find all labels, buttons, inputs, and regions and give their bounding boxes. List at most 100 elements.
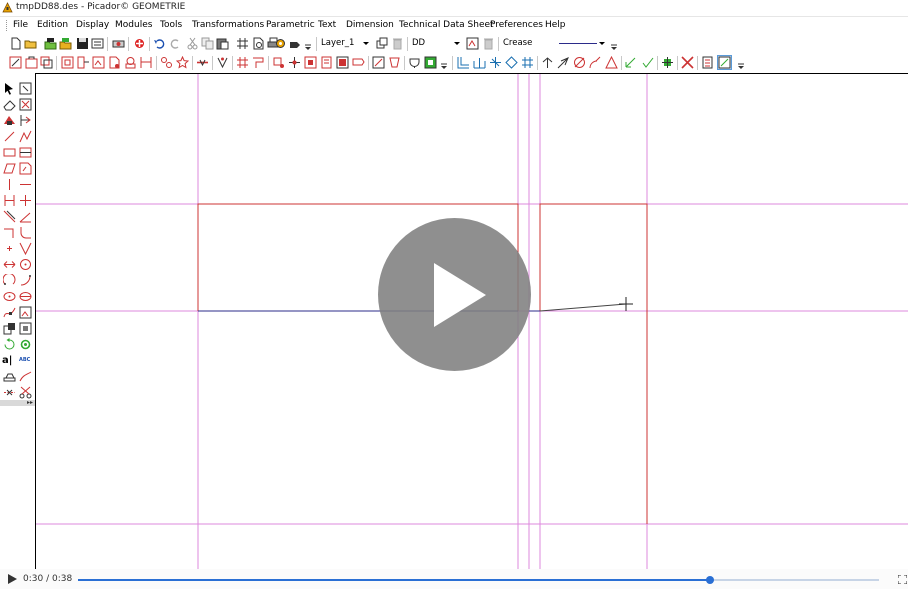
toolbar-overflow-icon[interactable]: [610, 39, 618, 51]
text-style-icon[interactable]: ABC: [19, 356, 32, 369]
spline-icon[interactable]: [3, 306, 16, 319]
tool-icon-8[interactable]: [124, 56, 137, 69]
menu-edition[interactable]: Edition: [37, 20, 68, 30]
tool-icon-39[interactable]: [681, 56, 694, 69]
tool-icon-25[interactable]: [424, 56, 437, 69]
tool-icon-21[interactable]: [352, 56, 365, 69]
car-tool-icon[interactable]: [3, 370, 16, 383]
tool-icon-40[interactable]: [701, 56, 714, 69]
ellipse-icon[interactable]: [3, 290, 16, 303]
tool-icon-24[interactable]: [408, 56, 421, 69]
seek-thumb[interactable]: [706, 576, 715, 584]
tool-icon-18[interactable]: [304, 56, 317, 69]
redo-icon[interactable]: [169, 37, 182, 50]
ellipse-axis-icon[interactable]: [19, 290, 32, 303]
line-type-select[interactable]: Crease: [501, 37, 607, 50]
tool-icon-12[interactable]: [196, 56, 209, 69]
tool-icon-32[interactable]: [557, 56, 570, 69]
play-overlay-button[interactable]: [378, 218, 531, 371]
tool-icon-3[interactable]: [40, 56, 53, 69]
palette-expander[interactable]: ▸▸: [0, 399, 35, 406]
print-settings-icon[interactable]: [112, 37, 125, 50]
tool-icon-27[interactable]: [473, 56, 486, 69]
tool-icon-11[interactable]: [176, 56, 189, 69]
tool-icon-4[interactable]: [61, 56, 74, 69]
dashed-line-icon[interactable]: [3, 386, 16, 399]
play-button[interactable]: [8, 574, 17, 584]
open-recent-icon[interactable]: [44, 37, 57, 50]
gear-icon[interactable]: [19, 338, 32, 351]
menu-technical-data-sheet[interactable]: Technical Data Sheet: [399, 20, 494, 30]
fullscreen-icon[interactable]: [898, 575, 907, 584]
layer-copy-icon[interactable]: [376, 37, 389, 50]
scissors-icon[interactable]: [19, 386, 32, 399]
tool-icon-17[interactable]: [288, 56, 301, 69]
text-tool-icon[interactable]: a|: [2, 354, 15, 367]
tool-icon-2[interactable]: [25, 56, 38, 69]
cut-icon[interactable]: [186, 37, 199, 50]
toolbar-overflow-icon[interactable]: [440, 58, 448, 70]
select-arrow-icon[interactable]: [3, 82, 16, 95]
import-icon[interactable]: [133, 37, 146, 50]
tool-icon-38[interactable]: [661, 56, 674, 69]
open-folder-icon[interactable]: [24, 37, 37, 50]
tool-icon-28[interactable]: [489, 56, 502, 69]
grid-icon[interactable]: [236, 37, 249, 50]
tool-icon-1[interactable]: [9, 56, 22, 69]
select-window-icon[interactable]: [19, 82, 32, 95]
fillet-icon[interactable]: [19, 226, 32, 239]
tool-icon-31[interactable]: [541, 56, 554, 69]
menu-parametric[interactable]: Parametric: [266, 20, 315, 30]
export-icon[interactable]: [289, 37, 302, 50]
double-arrow-icon[interactable]: [3, 258, 16, 271]
menu-display[interactable]: Display: [76, 20, 109, 30]
rectangle-center-icon[interactable]: [19, 146, 32, 159]
arc-3points-icon[interactable]: [3, 274, 16, 287]
tool-icon-16[interactable]: [272, 56, 285, 69]
right-panel-outline[interactable]: [539, 203, 648, 524]
polygon-icon[interactable]: [19, 162, 32, 175]
style-edit-icon[interactable]: [466, 37, 479, 50]
tool-icon-29[interactable]: [505, 56, 518, 69]
point-icon[interactable]: [3, 242, 16, 255]
save-icon[interactable]: [76, 37, 89, 50]
undo-icon[interactable]: [153, 37, 166, 50]
tool-icon-37[interactable]: [641, 56, 654, 69]
style-select[interactable]: DD: [410, 37, 462, 50]
rotate-icon[interactable]: [3, 338, 16, 351]
tool-icon-20[interactable]: [336, 56, 349, 69]
seek-bar[interactable]: [78, 576, 879, 584]
menu-transformations[interactable]: Transformations: [192, 20, 264, 30]
toolbar-overflow-icon[interactable]: [737, 58, 745, 70]
erase-area-icon[interactable]: [3, 114, 16, 127]
menu-text[interactable]: Text: [318, 20, 336, 30]
copy-icon[interactable]: [201, 37, 214, 50]
tool-icon-14[interactable]: [236, 56, 249, 69]
tool-icon-22[interactable]: [372, 56, 385, 69]
tool-icon-6[interactable]: [92, 56, 105, 69]
style-delete-icon[interactable]: [482, 37, 495, 50]
tool-icon-33[interactable]: [573, 56, 586, 69]
tool-icon-34[interactable]: [589, 56, 602, 69]
tool-icon-30[interactable]: [521, 56, 534, 69]
paste-icon[interactable]: [216, 37, 229, 50]
circle-center-icon[interactable]: [19, 258, 32, 271]
trim-icon[interactable]: [19, 114, 32, 127]
v-cut-icon[interactable]: [19, 242, 32, 255]
menu-preferences[interactable]: Preferences: [490, 20, 543, 30]
tool-icon-19[interactable]: [320, 56, 333, 69]
parallelogram-icon[interactable]: [3, 162, 16, 175]
rectangle-icon[interactable]: [3, 146, 16, 159]
corner-icon[interactable]: [3, 226, 16, 239]
print-preview-icon[interactable]: [252, 37, 265, 50]
menu-file[interactable]: File: [13, 20, 28, 30]
layer-select[interactable]: Layer_1: [319, 37, 371, 50]
tool-icon-9[interactable]: [140, 56, 153, 69]
pen-curve-icon[interactable]: [19, 370, 32, 383]
polyline-icon[interactable]: [19, 130, 32, 143]
arc-icon[interactable]: [19, 274, 32, 287]
block-icon[interactable]: [3, 322, 16, 335]
menu-dimension[interactable]: Dimension: [346, 20, 394, 30]
tool-icon-7[interactable]: [108, 56, 121, 69]
tool-icon-10[interactable]: [160, 56, 173, 69]
